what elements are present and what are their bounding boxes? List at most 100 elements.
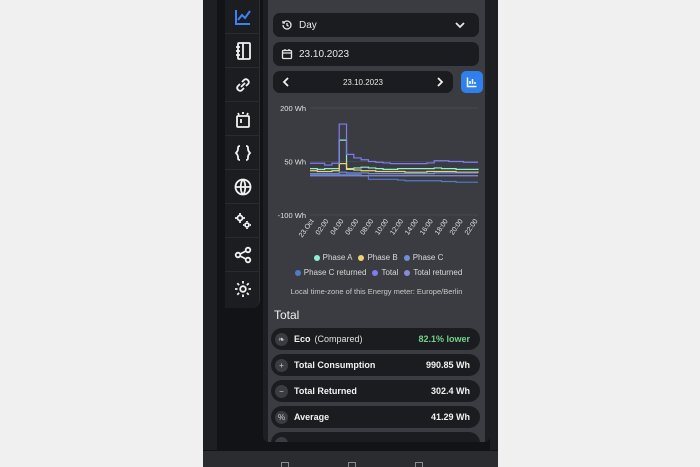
date-field[interactable]: 23.10.2023 — [273, 42, 479, 66]
sidebar-item-services[interactable] — [225, 204, 260, 238]
sidebar-item-link[interactable] — [225, 68, 260, 102]
legend-dot-icon — [372, 269, 379, 276]
range-select[interactable]: Day — [273, 13, 479, 37]
share-icon — [234, 246, 251, 263]
gear-icon — [234, 281, 251, 297]
y-tick-label: 50 Wh — [284, 158, 306, 167]
legend-dot-icon — [358, 254, 365, 261]
eco-value: 82.1% lower — [418, 334, 470, 344]
legend-label: Total — [381, 268, 399, 277]
link-icon — [235, 77, 250, 92]
x-tick-label: 08:00 — [359, 218, 375, 236]
x-tick-label: 18:00 — [434, 218, 450, 236]
x-tick-label: 04:00 — [330, 218, 346, 236]
average-row: % Average 41.29 Wh — [271, 406, 480, 428]
row-icon — [275, 436, 288, 442]
range-select-value: Day — [299, 19, 317, 31]
phone-edge-left — [203, 0, 217, 450]
eco-label: Eco — [294, 334, 311, 344]
braces-icon — [234, 144, 251, 161]
date-navigator: 23.10.2023 — [273, 71, 453, 93]
energy-chart: 200 Wh 50 Wh -100 Wh 23.Oct 02:00 04:00 06:00… — [278, 104, 480, 239]
y-tick-label: -100 Wh — [278, 211, 306, 220]
notebook-icon — [235, 41, 251, 60]
sidebar-item-notebook[interactable] — [225, 34, 260, 68]
series-line-total — [310, 123, 478, 166]
next-row-partial — [271, 432, 480, 442]
chevron-down-icon — [455, 22, 465, 29]
x-tick-label: 02:00 — [315, 218, 331, 236]
bar-chart-icon — [466, 77, 477, 88]
plus-icon: + — [275, 358, 288, 372]
legend-dot-icon — [403, 254, 410, 261]
date-field-value: 23.10.2023 — [299, 48, 350, 60]
date-nav-label: 23.10.2023 — [342, 77, 384, 87]
line-chart-icon — [234, 9, 251, 25]
device-alert-icon — [235, 111, 250, 128]
calendar-icon — [281, 49, 293, 60]
x-tick-label: 22:00 — [464, 218, 480, 236]
recents-icon[interactable] — [415, 462, 423, 467]
gears-icon — [234, 212, 251, 229]
average-value: 41.29 Wh — [430, 412, 470, 422]
globe-icon — [234, 178, 251, 195]
total-returned-row: − Total Returned 302.4 Wh — [271, 380, 480, 402]
sidebar-item-script[interactable] — [225, 136, 260, 170]
sidebar-item-chart[interactable] — [225, 0, 260, 34]
legend-dot-icon — [404, 269, 411, 276]
panel-content: Day 23.10.2023 23.10.2023 200 Wh 50 Wh -10… — [268, 0, 485, 442]
series-line-phase-a — [310, 139, 479, 170]
sidebar-item-settings[interactable] — [225, 272, 260, 306]
eco-sublabel: (Compared) — [314, 334, 363, 344]
chevron-right-icon[interactable] — [434, 76, 446, 88]
y-tick-label: 200 Wh — [280, 104, 306, 113]
sidebar — [225, 0, 260, 308]
x-tick-label: 16:00 — [419, 218, 435, 236]
legend-label: Phase C returned — [303, 268, 367, 277]
timezone-note: Local time-zone of this Energy meter: Eu… — [290, 287, 463, 296]
history-icon — [282, 20, 292, 30]
legend-dot-icon — [294, 269, 301, 276]
phone-edge-right — [490, 0, 498, 450]
total-returned-label: Total Returned — [294, 386, 357, 396]
x-tick-label: 10:00 — [374, 218, 390, 236]
total-consumption-row: + Total Consumption 990.85 Wh — [271, 354, 480, 376]
total-consumption-value: 990.85 Wh — [425, 360, 470, 370]
chart-type-button[interactable] — [461, 71, 483, 93]
sidebar-item-network[interactable] — [225, 170, 260, 204]
legend-item[interactable]: Total — [372, 268, 398, 277]
total-returned-value: 302.4 Wh — [430, 386, 470, 396]
legend-item[interactable]: Phase C returned — [294, 268, 367, 277]
legend-item[interactable]: Phase C — [403, 253, 444, 262]
legend-dot-icon — [313, 254, 320, 261]
x-tick-label: 23.Oct — [298, 218, 316, 239]
x-tick-label: 12:00 — [389, 218, 405, 236]
eco-row: ❧ Eco (Compared) 82.1% lower — [271, 328, 480, 350]
series-line-phase-c — [310, 171, 478, 175]
energy-panel: Day 23.10.2023 23.10.2023 200 Wh 50 Wh -10… — [263, 0, 490, 442]
legend-label: Total returned — [413, 268, 463, 277]
chart-legend: Phase A Phase B Phase C Phase C returned Tot… — [276, 253, 481, 277]
legend-label: Phase B — [367, 253, 398, 262]
legend-item[interactable]: Phase B — [358, 253, 398, 262]
home-icon[interactable] — [348, 462, 356, 467]
total-consumption-label: Total Consumption — [294, 360, 376, 370]
x-tick-label: 06:00 — [345, 218, 361, 236]
legend-label: Phase C — [412, 253, 444, 262]
series-line-phase-b — [310, 163, 479, 173]
total-section-title: Total — [274, 308, 300, 322]
chevron-left-icon[interactable] — [280, 76, 292, 88]
average-label: Average — [294, 412, 330, 422]
x-tick-label: 14:00 — [404, 218, 420, 236]
minus-icon: − — [275, 384, 288, 398]
percent-icon: % — [275, 410, 288, 424]
leaf-icon: ❧ — [275, 332, 288, 346]
sidebar-item-device[interactable] — [225, 102, 260, 136]
legend-label: Phase A — [322, 253, 353, 262]
android-nav-bar — [203, 451, 498, 467]
x-tick-label: 20:00 — [449, 218, 465, 236]
legend-item[interactable]: Phase A — [313, 253, 353, 262]
back-icon[interactable] — [281, 462, 289, 467]
sidebar-item-share[interactable] — [225, 238, 260, 272]
legend-item[interactable]: Total returned — [404, 268, 462, 277]
